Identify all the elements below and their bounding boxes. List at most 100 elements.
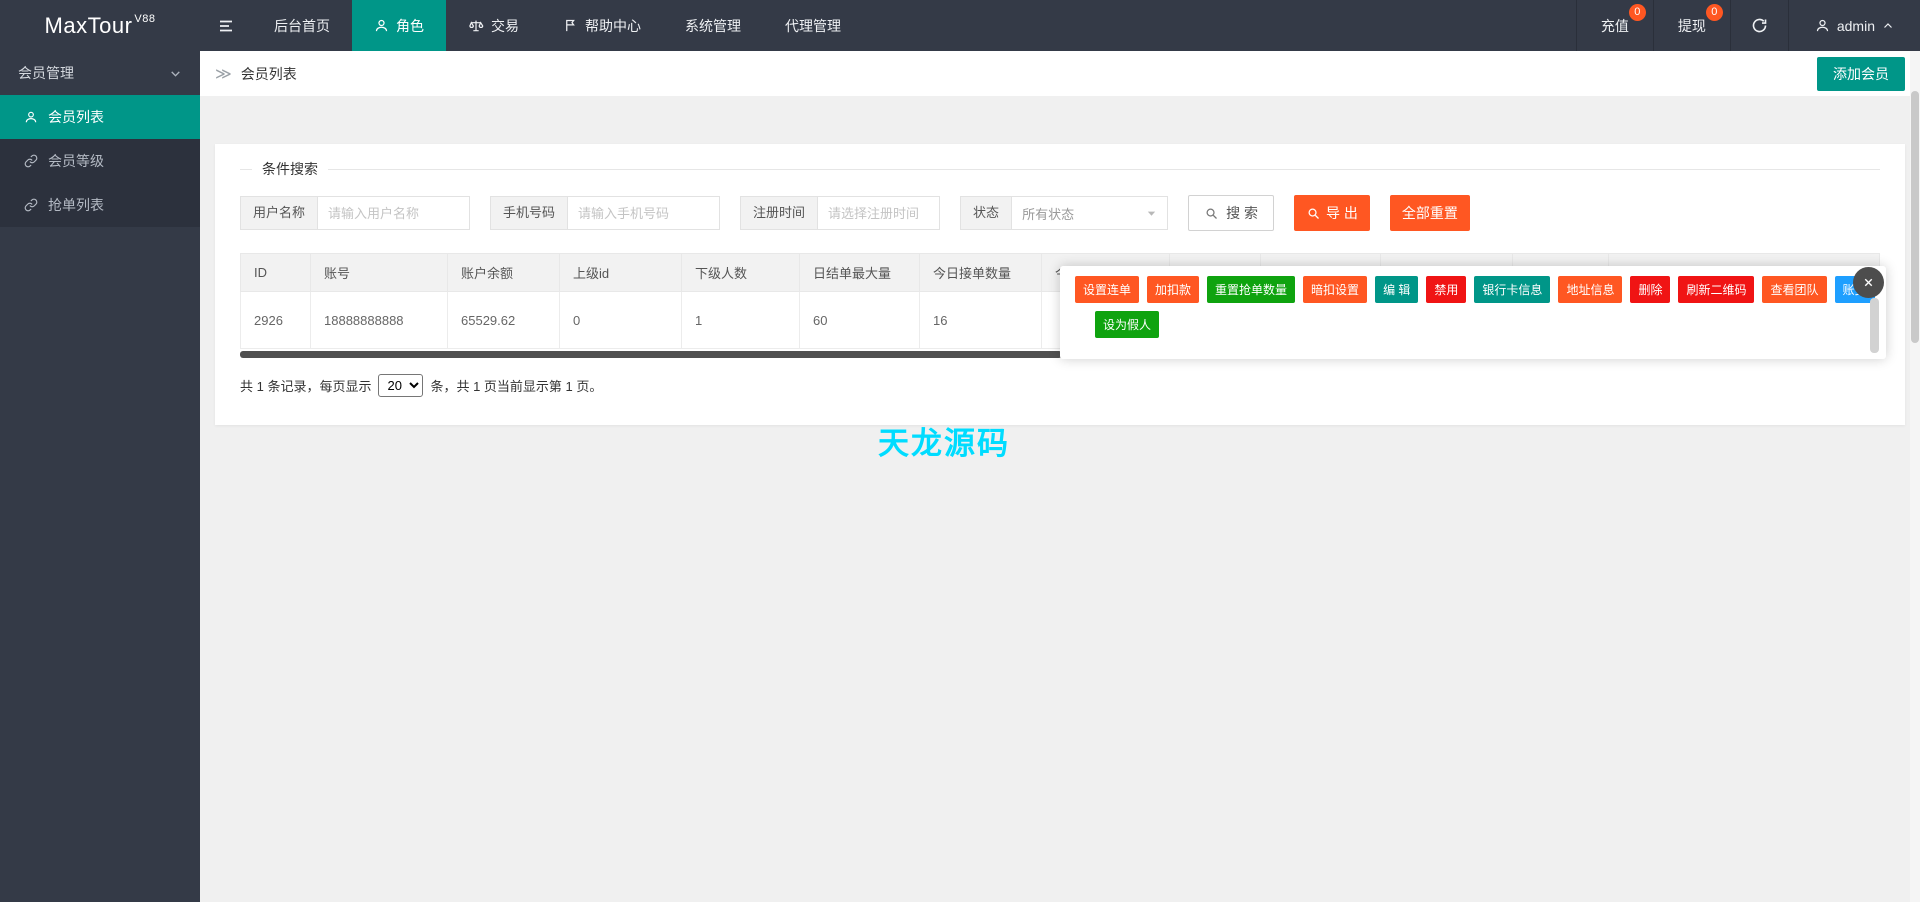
scales-icon [468, 18, 484, 34]
col-header-daily-max: 日结单最大量 [799, 253, 920, 292]
sidebar-submenu: 会员列表 会员等级 抢单列表 [0, 95, 200, 227]
set-as-fake-user-button[interactable]: 设为假人 [1095, 311, 1160, 338]
cell-account: 18888888888 [310, 291, 448, 349]
nav-label: 代理管理 [785, 17, 841, 34]
row-actions-popup: 设置连单 加扣款 重置抢单数量 暗扣设置 编 辑 禁用 银行卡信息 地址信息 删… [1060, 266, 1886, 359]
recharge-label: 充值 [1600, 17, 1629, 34]
top-navigation: 后台首页 角色 交易 帮助中心 系统管理 代理管理 [252, 0, 863, 51]
cell-id: 2926 [240, 291, 311, 349]
col-header-balance: 账户余额 [447, 253, 560, 292]
nav-label: 帮助中心 [585, 17, 641, 34]
reset-all-button[interactable]: 全部重置 [1389, 195, 1470, 231]
nav-item-roles[interactable]: 角色 [352, 0, 446, 51]
sidebar-group-label: 会员管理 [18, 65, 74, 81]
sidebar: 会员管理 会员列表 会员等级 抢单列表 [0, 51, 200, 902]
nav-label: 系统管理 [685, 17, 741, 34]
hamburger-icon [217, 17, 235, 35]
bank-card-info-button[interactable]: 银行卡信息 [1474, 276, 1551, 303]
status-select[interactable]: 所有状态 [1012, 196, 1169, 230]
close-icon [1862, 276, 1875, 289]
export-button-label: 导 出 [1325, 205, 1358, 221]
col-header-today-orders: 今日接单数量 [919, 253, 1042, 292]
delete-button[interactable]: 删除 [1630, 276, 1671, 303]
search-button-label: 搜 索 [1226, 205, 1258, 221]
logo-text: MaxTour [44, 12, 133, 38]
page-size-select[interactable]: 20 [378, 374, 424, 397]
nav-item-system-mgmt[interactable]: 系统管理 [663, 0, 763, 51]
close-popup-button[interactable] [1853, 267, 1884, 298]
user-menu[interactable]: admin [1787, 0, 1920, 51]
app-logo: MaxTour V88 [0, 0, 200, 51]
table-horizontal-scrollbar[interactable] [240, 351, 1062, 358]
logo-version: V88 [134, 12, 156, 25]
breadcrumb: ≫ 会员列表 添加会员 [200, 51, 1920, 96]
actions-row-2: 设为假人 [1095, 311, 1856, 338]
sidebar-item-member-level[interactable]: 会员等级 [0, 139, 200, 183]
caret-down-icon [1146, 208, 1157, 219]
sidebar-item-label: 会员等级 [48, 153, 104, 169]
user-name: admin [1836, 17, 1875, 34]
withdraw-badge: 0 [1705, 4, 1723, 21]
export-button[interactable]: 导 出 [1293, 195, 1370, 231]
set-combo-order-button[interactable]: 设置连单 [1075, 276, 1140, 303]
withdraw-link[interactable]: 提现 0 [1652, 0, 1730, 51]
sidebar-item-grab-order-list[interactable]: 抢单列表 [0, 183, 200, 227]
popup-scrollbar[interactable] [1870, 298, 1879, 353]
status-select-value: 所有状态 [1022, 206, 1075, 222]
nav-item-agent-mgmt[interactable]: 代理管理 [763, 0, 863, 51]
refresh-button[interactable] [1729, 0, 1788, 51]
add-deduct-funds-button[interactable]: 加扣款 [1147, 276, 1200, 303]
view-team-button[interactable]: 查看团队 [1762, 276, 1827, 303]
col-header-sub-count: 下级人数 [681, 253, 800, 292]
sidebar-toggle-button[interactable] [200, 0, 252, 51]
nav-item-dashboard[interactable]: 后台首页 [252, 0, 352, 51]
cell-balance: 65529.62 [447, 291, 560, 349]
username-input[interactable] [318, 196, 471, 230]
link-icon [24, 154, 38, 168]
watermark: 天龙源码 [878, 426, 1010, 461]
sidebar-item-member-list[interactable]: 会员列表 [0, 95, 200, 139]
main-content: ≫ 会员列表 添加会员 条件搜索 用户名称 手机号码 注册时间 [200, 51, 1920, 902]
nav-item-transactions[interactable]: 交易 [446, 0, 541, 51]
person-icon [374, 18, 389, 33]
recharge-badge: 0 [1628, 4, 1646, 21]
edit-button[interactable]: 编 辑 [1375, 276, 1419, 303]
search-row: 用户名称 手机号码 注册时间 状态 所有状态 [240, 195, 1880, 231]
refresh-icon [1751, 17, 1768, 34]
sidebar-group-member-mgmt[interactable]: 会员管理 [0, 51, 200, 95]
hidden-deduct-settings-button[interactable]: 暗扣设置 [1303, 276, 1368, 303]
refresh-qrcode-button[interactable]: 刷新二维码 [1678, 276, 1755, 303]
username-field-group: 用户名称 [240, 196, 471, 230]
regtime-field-group: 注册时间 [740, 196, 941, 230]
topbar-right: 充值 0 提现 0 admin [1575, 0, 1920, 51]
add-member-button[interactable]: 添加会员 [1817, 56, 1905, 91]
col-header-id: ID [240, 253, 311, 292]
reset-button-label: 全部重置 [1401, 205, 1458, 221]
search-button[interactable]: 搜 索 [1188, 195, 1274, 231]
chevron-down-icon [169, 67, 182, 80]
username-label: 用户名称 [240, 196, 319, 230]
reset-grab-count-button[interactable]: 重置抢单数量 [1207, 276, 1296, 303]
pagination-suffix: 条，共 1 页当前显示第 1 页。 [430, 379, 603, 394]
regtime-input[interactable] [818, 196, 941, 230]
nav-label: 后台首页 [274, 17, 330, 34]
recharge-link[interactable]: 充值 0 [1575, 0, 1653, 51]
cell-today-orders: 16 [919, 291, 1042, 349]
user-icon [1815, 18, 1830, 33]
page-title: 会员列表 [240, 65, 297, 82]
chevron-up-icon [1882, 20, 1894, 32]
page-scrollbar-thumb[interactable] [1911, 91, 1919, 343]
address-info-button[interactable]: 地址信息 [1558, 276, 1623, 303]
cell-sub-count: 1 [681, 291, 800, 349]
nav-item-help-center[interactable]: 帮助中心 [541, 0, 663, 51]
cell-parent-id: 0 [559, 291, 682, 349]
phone-input[interactable] [568, 196, 721, 230]
pagination: 共 1 条记录，每页显示 20 条，共 1 页当前显示第 1 页。 [240, 374, 1880, 397]
nav-label: 角色 [396, 17, 424, 34]
withdraw-label: 提现 [1677, 17, 1706, 34]
regtime-label: 注册时间 [740, 196, 819, 230]
cell-daily-max: 60 [799, 291, 920, 349]
link-icon [24, 198, 38, 212]
search-icon [1306, 206, 1321, 221]
disable-button[interactable]: 禁用 [1426, 276, 1467, 303]
